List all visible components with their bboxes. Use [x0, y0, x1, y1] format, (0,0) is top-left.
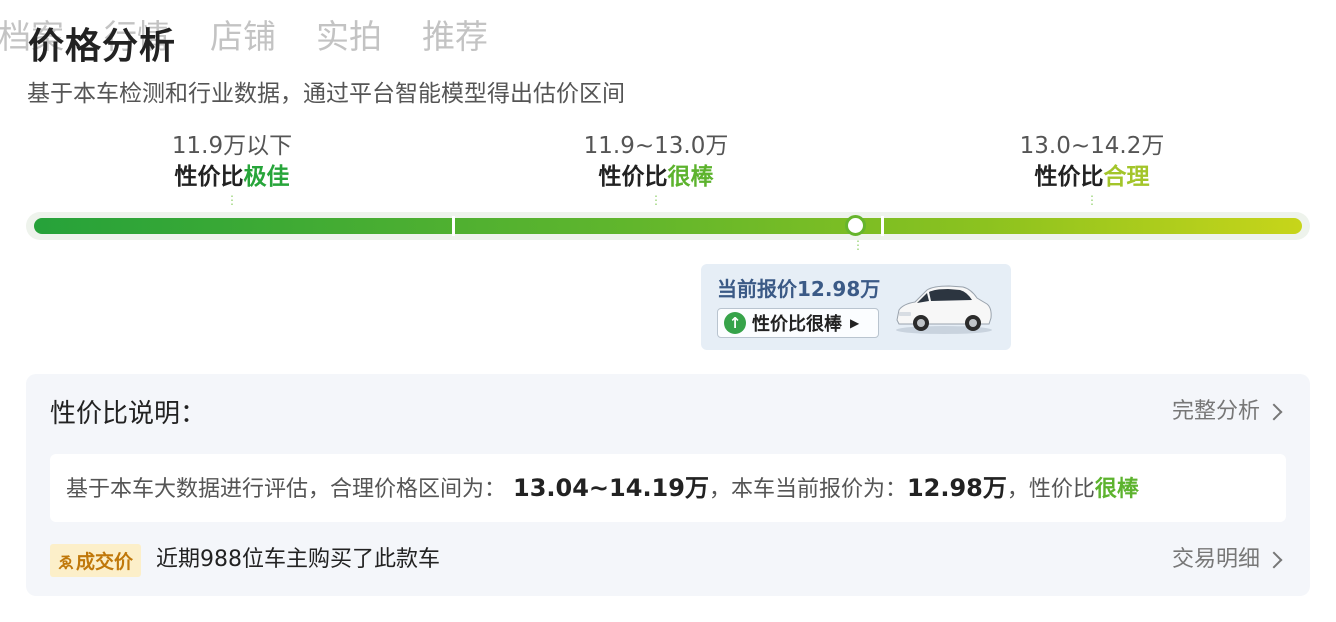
segment-label: 性价比很棒 — [598, 164, 714, 190]
value-explanation-panel: 性价比说明： 完整分析 基于本车大数据进行评估，合理价格区间为： 13.04~1… — [26, 374, 1310, 596]
segment-ok: 13.0~14.2万 性价比合理 ⋮ — [972, 130, 1212, 207]
play-triangle-icon: ▶ — [850, 316, 860, 330]
scale-divider — [452, 216, 455, 236]
segment-pointer: ⋮ — [226, 193, 238, 207]
panel-title: 性价比说明： — [50, 399, 207, 429]
suv-car-icon — [896, 285, 992, 334]
segment-pointer: ⋮ — [650, 193, 662, 207]
section-subtitle: 基于本车检测和行业数据，通过平台智能模型得出估价区间 — [27, 81, 625, 107]
deal-count-text: 近期988位车主购买了此款车 — [156, 547, 440, 572]
current-price-marker — [845, 215, 866, 236]
value-rating: 很棒 — [1094, 477, 1139, 502]
price-scale-bar — [34, 218, 1302, 234]
segment-pointer: ⋮ — [1086, 193, 1098, 207]
marker-pointer: ⋮ — [852, 238, 864, 252]
fair-range-value: 13.04~14.19万 — [513, 474, 709, 502]
tab-store[interactable]: 店铺 — [210, 14, 276, 60]
segment-range: 13.0~14.2万 — [1019, 133, 1165, 159]
current-price-text: 当前报价12.98万 — [717, 277, 881, 301]
assessment-text: 基于本车大数据进行评估，合理价格区间为： 13.04~14.19万，本车当前报价… — [66, 474, 1139, 502]
value-rating-label: 性价比很棒 — [752, 314, 842, 335]
chevron-right-icon — [1265, 403, 1283, 421]
section-title: 价格分析 — [28, 26, 177, 67]
value-rating-button[interactable]: ↑ 性价比很棒 ▶ — [717, 308, 879, 338]
current-price-value: 12.98万 — [906, 474, 1007, 502]
full-analysis-link[interactable]: 完整分析 — [1172, 396, 1283, 428]
arrow-up-circle-icon: ↑ — [724, 312, 746, 334]
segment-label: 性价比极佳 — [174, 164, 290, 190]
segment-great: 11.9~13.0万 性价比很棒 ⋮ — [536, 130, 776, 207]
tab-recommend[interactable]: 推荐 — [422, 14, 488, 60]
deal-icon: ゑ — [58, 552, 75, 572]
current-price-card: 当前报价12.98万 ↑ 性价比很棒 ▶ — [701, 264, 1011, 350]
deal-price-badge: ゑ成交价 — [50, 544, 142, 577]
scale-divider — [881, 216, 884, 236]
segment-best: 11.9万以下 性价比极佳 ⋮ — [112, 130, 352, 207]
assessment-box: 基于本车大数据进行评估，合理价格区间为： 13.04~14.19万，本车当前报价… — [50, 454, 1286, 522]
transaction-details-link[interactable]: 交易明细 — [1172, 544, 1283, 576]
segment-range: 11.9~13.0万 — [583, 133, 729, 159]
chevron-right-icon — [1265, 551, 1283, 569]
segment-label: 性价比合理 — [1034, 164, 1150, 190]
tab-photos[interactable]: 实拍 — [316, 14, 382, 60]
segment-range: 11.9万以下 — [171, 133, 293, 159]
